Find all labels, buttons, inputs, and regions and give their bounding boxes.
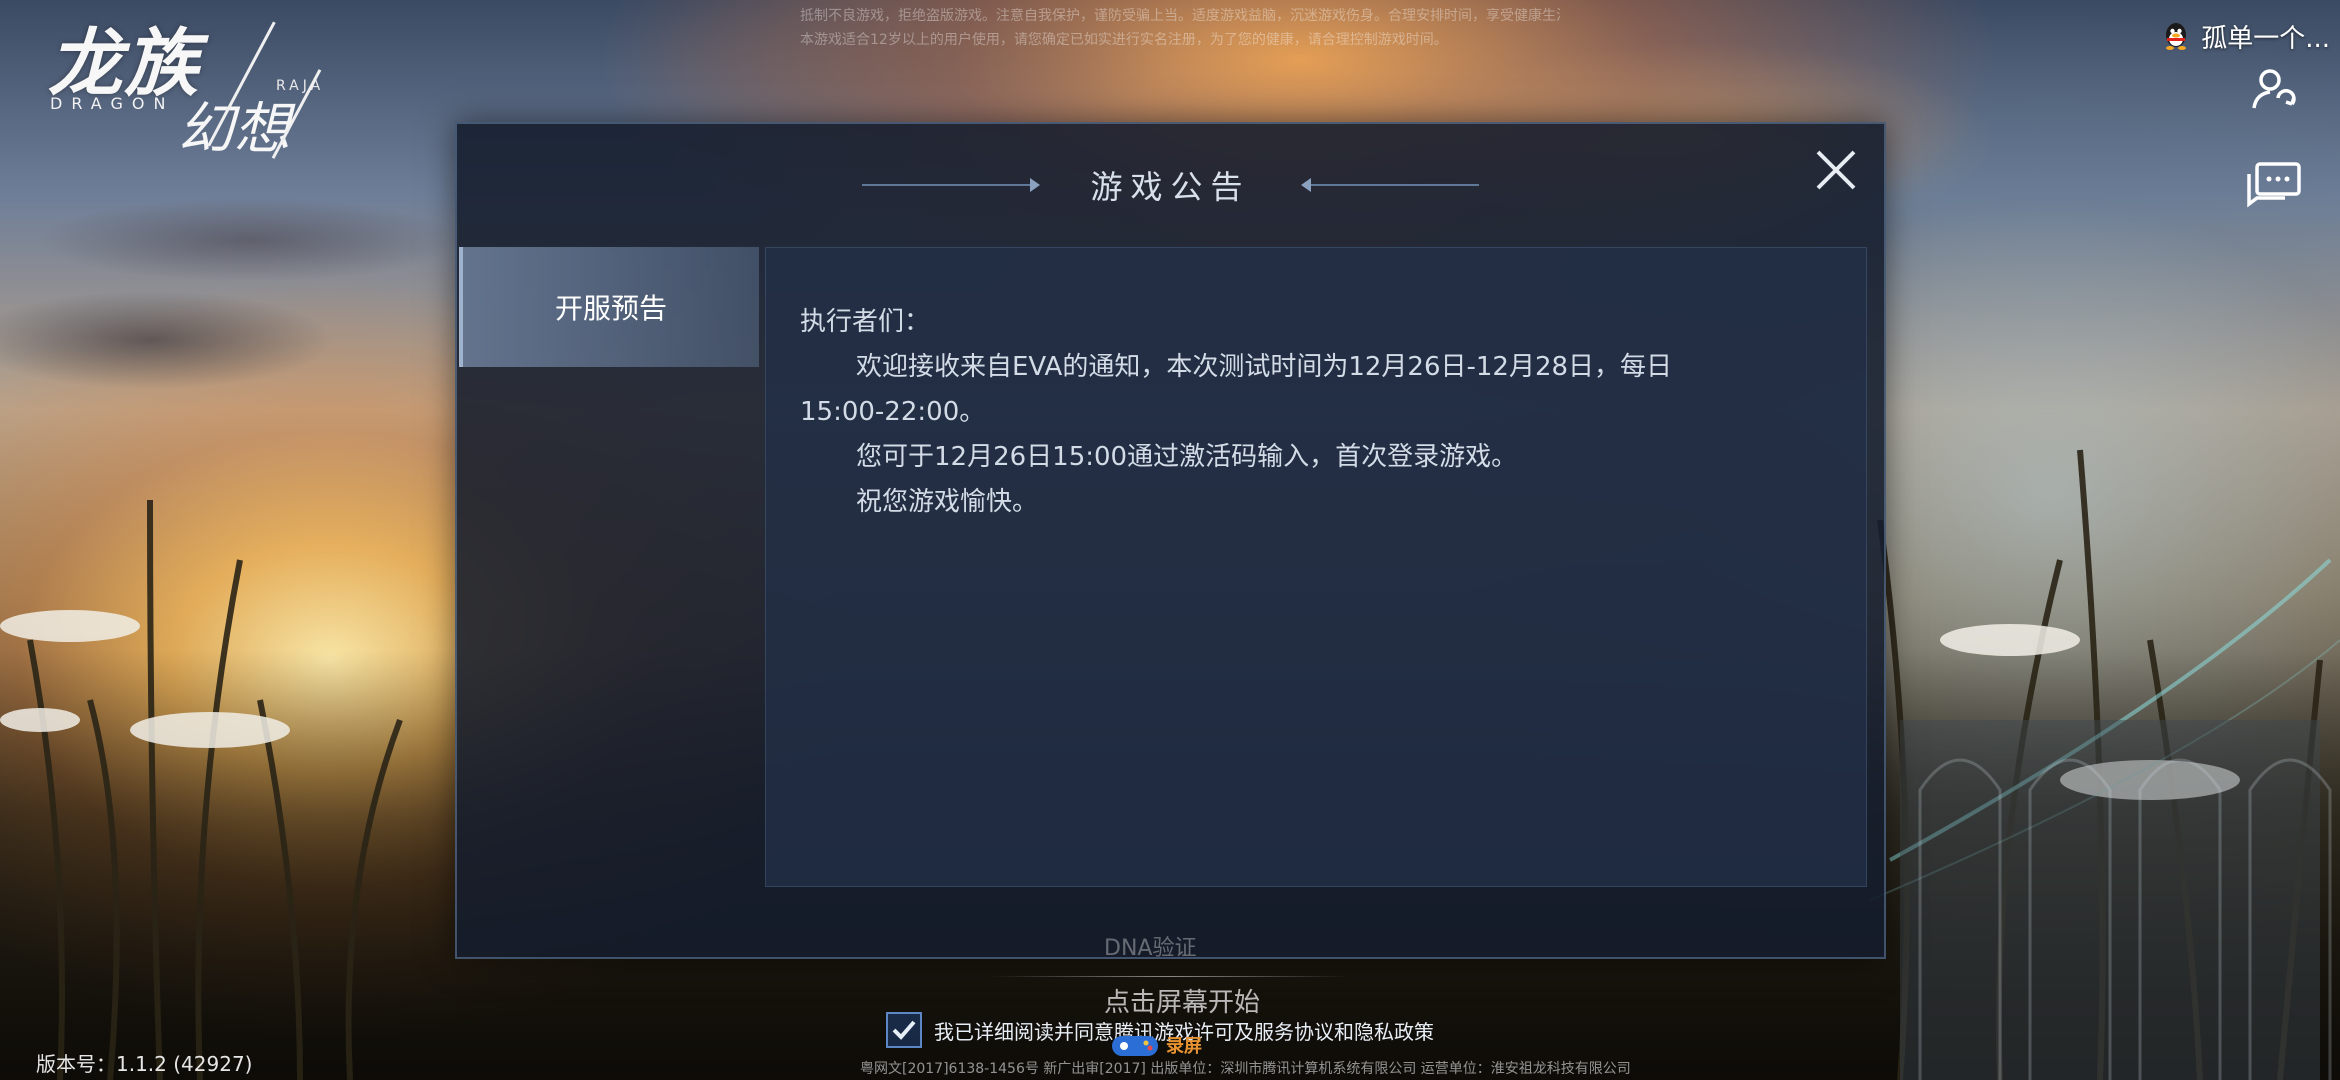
close-button[interactable] bbox=[1810, 144, 1862, 196]
health-notice-line: 本游戏适合12岁以上的用户使用，请您确定已如实进行实名注册，为了您的健康，请合理… bbox=[800, 32, 1448, 48]
switch-account-button[interactable] bbox=[2244, 60, 2304, 120]
checkmark-icon bbox=[892, 1020, 916, 1040]
qq-penguin-icon bbox=[2166, 23, 2187, 50]
tab-label: 开服预告 bbox=[554, 292, 667, 325]
watermark-text: 录屏 bbox=[1166, 1036, 1202, 1057]
title-decoration-left bbox=[862, 175, 1042, 195]
version-label: 版本号：1.1.2 (42927) bbox=[36, 1052, 253, 1076]
switch-account-icon bbox=[2252, 69, 2296, 109]
announcement-content: 执行者们： 欢迎接收来自EVA的通知，本次测试时间为12月26日-12月28日，… bbox=[765, 247, 1867, 887]
title-decoration-right bbox=[1299, 175, 1479, 195]
game-logo: 龙族 DRAGON 幻想 RAJA bbox=[40, 4, 322, 162]
agreement-checkbox[interactable] bbox=[886, 1012, 922, 1048]
close-icon bbox=[1816, 150, 1856, 190]
announcement-line: 欢迎接收来自EVA的通知，本次测试时间为12月26日-12月28日，每日 bbox=[856, 352, 1673, 382]
dialog-title: 游戏公告 bbox=[1090, 168, 1251, 206]
recorder-watermark: 录屏 bbox=[1110, 1028, 1202, 1062]
gamepad-icon bbox=[1112, 1036, 1158, 1056]
announcement-line: 祝您游戏愉快。 bbox=[856, 487, 1039, 517]
dna-label: DNA验证 bbox=[1104, 936, 1197, 961]
chat-message-button[interactable] bbox=[2244, 156, 2304, 216]
health-notice: 抵制不良游戏，拒绝盗版游戏。注意自我保护，谨防受骗上当。适度游戏益脑，沉迷游戏伤… bbox=[800, 4, 1560, 52]
announcement-line: 15:00-22:00。 bbox=[800, 397, 986, 427]
tab-server-preview[interactable]: 开服预告 bbox=[459, 247, 759, 367]
announcement-greeting: 执行者们： bbox=[800, 307, 931, 337]
logo-subtitle-en: RAJA bbox=[276, 78, 325, 94]
health-notice-line: 抵制不良游戏，拒绝盗版游戏。注意自我保护，谨防受骗上当。适度游戏益脑，沉迷游戏伤… bbox=[800, 8, 1560, 24]
divider bbox=[990, 976, 1350, 977]
chat-message-icon bbox=[2247, 162, 2301, 208]
logo-title-en: DRAGON bbox=[50, 94, 175, 113]
dialog-header: 游戏公告 bbox=[457, 124, 1884, 246]
announcement-line: 您可于12月26日15:00通过激活码输入，首次登录游戏。 bbox=[856, 442, 1518, 472]
announcement-dialog: 游戏公告 开服预告 执行者们： 欢迎接收来自EVA的通知，本次测试时间为12月2… bbox=[455, 122, 1886, 959]
license-info: 粤网文[2017]6138-1456号 新广出审[2017] 出版单位：深圳市腾… bbox=[860, 1061, 1631, 1077]
user-account[interactable]: 孤单一个... bbox=[2161, 16, 2330, 56]
user-name: 孤单一个... bbox=[2201, 23, 2330, 54]
